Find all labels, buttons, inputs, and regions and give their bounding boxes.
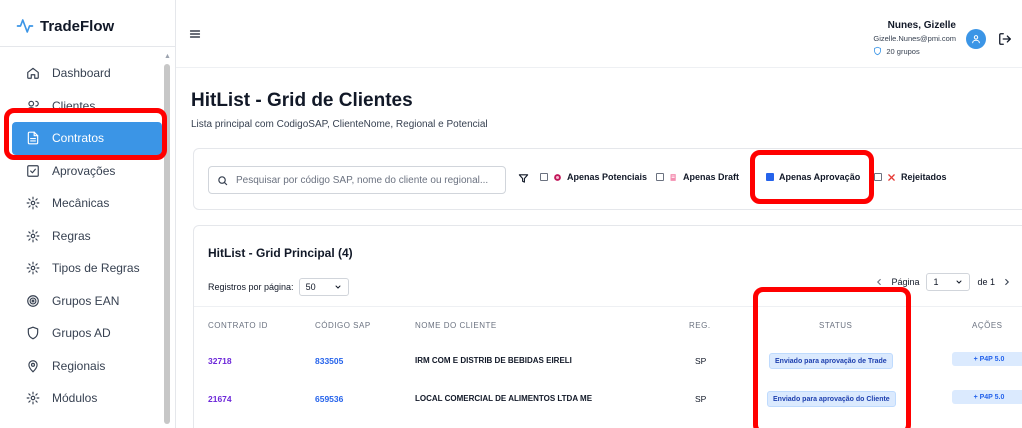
user-email: Gizelle.Nunes@pmi.com bbox=[873, 34, 956, 43]
search-field[interactable] bbox=[208, 166, 506, 194]
gear-icon bbox=[26, 196, 40, 210]
per-page-value: 50 bbox=[305, 282, 316, 292]
map-pin-icon bbox=[28, 359, 38, 373]
scroll-up-icon[interactable]: ▲ bbox=[164, 53, 171, 60]
gear-icon bbox=[26, 391, 40, 405]
cliente-nome: IRM COM E DISTRIB DE BEBIDAS EIRELI bbox=[415, 356, 572, 365]
regional: SP bbox=[695, 394, 707, 404]
contrato-id-link[interactable]: 21674 bbox=[208, 394, 232, 404]
page-value: 1 bbox=[933, 277, 939, 287]
per-page-control: Registros por página: 50 bbox=[208, 278, 349, 296]
brand-divider bbox=[0, 46, 176, 47]
user-info: Nunes, Gizelle Gizelle.Nunes@pmi.com 20 … bbox=[873, 20, 956, 56]
chevron-down-icon bbox=[335, 285, 341, 289]
chevron-left-icon[interactable] bbox=[874, 277, 884, 287]
grid-title: HitList - Grid Principal (4) bbox=[208, 246, 353, 260]
sidebar-item-label: Dashboard bbox=[52, 66, 111, 81]
draft-icon bbox=[670, 173, 676, 181]
activity-icon bbox=[16, 19, 34, 33]
filter-apenas-potenciais[interactable]: Apenas Potenciais bbox=[540, 172, 647, 182]
annotation-box-apenas-aprovacao bbox=[750, 150, 874, 204]
sidebar-item-label: Tipos de Regras bbox=[52, 261, 140, 276]
user-name: Nunes, Gizelle bbox=[887, 20, 956, 31]
brand[interactable]: TradeFlow bbox=[16, 17, 114, 35]
avatar[interactable] bbox=[966, 29, 986, 49]
logout-icon[interactable] bbox=[998, 32, 1012, 46]
regional: SP bbox=[695, 356, 707, 366]
annotation-box-contratos bbox=[4, 108, 167, 160]
sidebar-item-mecanicas[interactable]: Mecânicas bbox=[12, 187, 162, 220]
add-p4p-button[interactable]: + P4P 5.0 bbox=[952, 352, 1022, 366]
checkbox[interactable] bbox=[540, 173, 548, 181]
user-groups: 20 grupos bbox=[873, 46, 956, 56]
chevron-right-icon[interactable] bbox=[1002, 277, 1012, 287]
gear-icon bbox=[26, 229, 40, 243]
sidebar-item-label: Aprovações bbox=[52, 163, 116, 178]
sidebar-item-label: Mecânicas bbox=[52, 196, 110, 211]
column-header-nome-cliente[interactable]: NOME DO CLIENTE bbox=[415, 321, 497, 330]
filter-rejeitados[interactable]: Rejeitados bbox=[874, 172, 947, 182]
sidebar: TradeFlow Dashboard Clientes Contratos A… bbox=[0, 0, 176, 428]
column-header-acoes: AÇÕES bbox=[972, 321, 1003, 330]
sidebar-item-label: Módulos bbox=[52, 391, 98, 406]
app-root: TradeFlow Dashboard Clientes Contratos A… bbox=[0, 0, 1022, 428]
target-icon bbox=[27, 294, 39, 307]
shield-icon bbox=[27, 326, 39, 340]
sidebar-item-dashboard[interactable]: Dashboard bbox=[12, 57, 162, 90]
page-title: HitList - Grid de Clientes bbox=[191, 90, 413, 111]
contrato-id-link[interactable]: 32718 bbox=[208, 356, 232, 366]
brand-name: TradeFlow bbox=[40, 17, 115, 35]
topbar: Nunes, Gizelle Gizelle.Nunes@pmi.com 20 … bbox=[176, 0, 1022, 68]
x-icon bbox=[888, 173, 895, 181]
filter-label: Apenas Potenciais bbox=[567, 172, 648, 182]
sidebar-item-label: Grupos EAN bbox=[52, 293, 120, 308]
codigo-sap-link[interactable]: 659536 bbox=[315, 394, 343, 404]
filter-icon bbox=[518, 174, 529, 183]
page-label: Página bbox=[891, 277, 920, 287]
sidebar-item-grupos-ean[interactable]: Grupos EAN bbox=[12, 285, 162, 318]
codigo-sap-link[interactable]: 833505 bbox=[315, 356, 343, 366]
page-subtitle: Lista principal com CodigoSAP, ClienteNo… bbox=[191, 119, 488, 130]
filter-label: Rejeitados bbox=[901, 172, 947, 182]
add-p4p-button[interactable]: + P4P 5.0 bbox=[952, 390, 1022, 404]
sidebar-item-label: Grupos AD bbox=[52, 326, 111, 341]
shield-icon bbox=[874, 46, 882, 56]
sidebar-scrollbar[interactable]: ▲ bbox=[164, 53, 171, 428]
check-square-icon bbox=[27, 164, 39, 177]
per-page-label: Registros por página: bbox=[208, 282, 294, 292]
sidebar-item-label: Regionais bbox=[52, 358, 106, 373]
groups-count: 20 grupos bbox=[886, 46, 920, 56]
column-header-regional[interactable]: REG. bbox=[689, 321, 711, 330]
column-header-codigo-sap[interactable]: CÓDIGO SAP bbox=[315, 321, 371, 330]
filter-card: Apenas Potenciais Apenas Draft Apenas Ap… bbox=[193, 148, 1022, 210]
sidebar-item-regionais[interactable]: Regionais bbox=[12, 350, 162, 383]
filter-apenas-draft[interactable]: Apenas Draft bbox=[656, 172, 739, 182]
search-input[interactable] bbox=[236, 174, 505, 186]
user-icon bbox=[972, 35, 980, 44]
sidebar-item-label: Regras bbox=[52, 228, 91, 243]
per-page-select[interactable]: 50 bbox=[298, 278, 349, 296]
page-select[interactable]: 1 bbox=[926, 273, 971, 291]
sidebar-item-grupos-ad[interactable]: Grupos AD bbox=[12, 317, 162, 350]
page-total: de 1 bbox=[977, 277, 995, 287]
checkbox[interactable] bbox=[874, 173, 882, 181]
sidebar-item-tipos-de-regras[interactable]: Tipos de Regras bbox=[12, 252, 162, 285]
sidebar-item-modulos[interactable]: Módulos bbox=[12, 382, 162, 415]
filter-label: Apenas Draft bbox=[683, 172, 740, 182]
sidebar-item-regras[interactable]: Regras bbox=[12, 220, 162, 253]
potential-icon bbox=[554, 173, 561, 181]
search-icon bbox=[218, 175, 228, 185]
gear-icon bbox=[26, 261, 40, 275]
column-header-contrato-id[interactable]: CONTRATO ID bbox=[208, 321, 268, 330]
annotation-box-status bbox=[753, 287, 911, 428]
checkbox[interactable] bbox=[656, 173, 664, 181]
cliente-nome: LOCAL COMERCIAL DE ALIMENTOS LTDA ME bbox=[415, 394, 593, 403]
menu-icon[interactable] bbox=[189, 28, 201, 40]
chevron-down-icon bbox=[956, 280, 962, 284]
home-icon bbox=[27, 68, 39, 80]
